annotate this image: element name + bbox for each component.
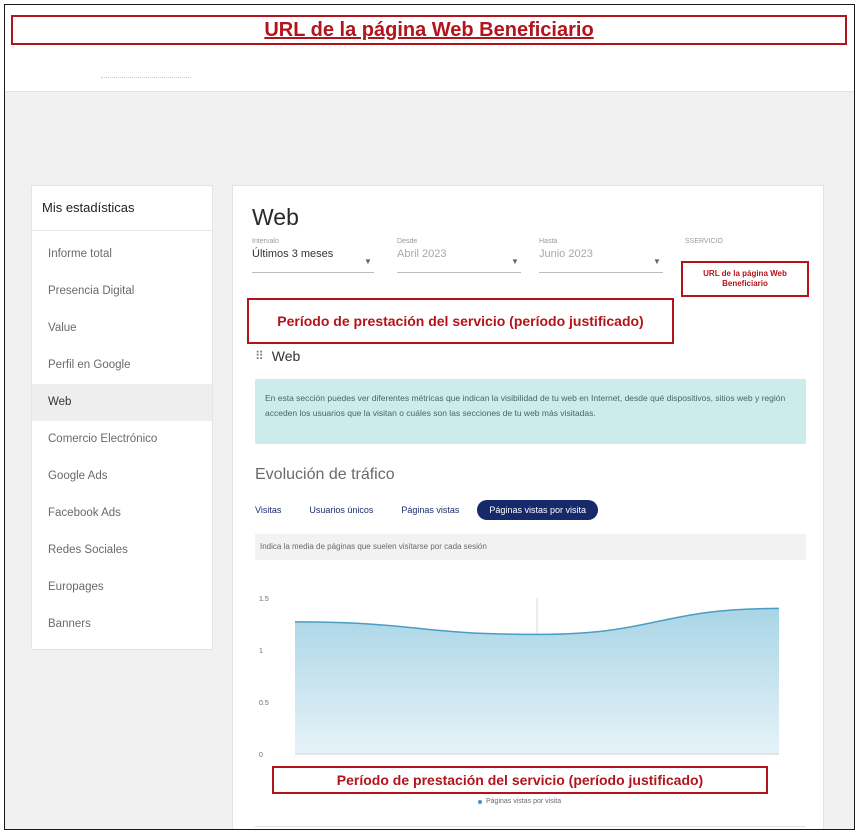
period-annotation-bottom-text: Período de prestación del servicio (perí… [336,772,704,788]
to-underline [539,272,663,273]
sidebar-title: Mis estadísticas [42,200,135,215]
interval-value: Últimos 3 meses [252,248,334,260]
hint-bar: Indica la media de páginas que suelen vi… [255,534,806,560]
from-value: Abril 2023 [397,248,447,260]
legend-label: Páginas vistas por visita [486,798,562,805]
interval-select[interactable]: Intervalo Últimos 3 meses ▼ [252,238,374,273]
sidebar-divider [32,230,212,231]
y-tick-label: 1.5 [259,596,269,603]
sidebar-item-value[interactable]: Value [32,310,212,347]
tab-paginas-vistas-por-visita[interactable]: Páginas vistas por visita [477,500,598,520]
section-title: Web [271,348,301,364]
metric-tabs: Visitas Usuarios únicos Páginas vistas P… [255,500,626,520]
interval-underline [252,272,374,273]
chevron-down-icon: ▼ [511,257,519,266]
interval-label: Intervalo [252,238,279,245]
traffic-chart: 1.5 1 0.5 0 [259,596,780,759]
from-underline [397,272,521,273]
tab-paginas-vistas[interactable]: Páginas vistas [401,500,459,520]
tab-visitas[interactable]: Visitas [255,500,281,520]
sidebar-menu: Informe total Presencia Digital Value Pe… [32,236,212,643]
period-annotation-bottom: Período de prestación del servicio (perí… [272,766,768,794]
tab-usuarios-unicos[interactable]: Usuarios únicos [309,500,373,520]
to-select[interactable]: Hasta Junio 2023 ▼ [539,238,663,273]
sidebar: Mis estadísticas Informe total Presencia… [31,185,213,650]
faint-header-line [101,73,191,78]
period-annotation-text: Período de prestación del servicio (perí… [277,312,644,329]
y-tick-label: 0 [259,752,263,759]
url-annotation-text: URL de la página Web Beneficiario [264,18,594,41]
evolution-title: Evolución de tráfico [255,466,395,483]
screenshot-frame: URL de la página Web Beneficiario Mis es… [4,4,855,830]
service-label: SSERVICIO [685,238,723,245]
sidebar-item-google-ads[interactable]: Google Ads [32,458,212,495]
section-header: ⠿ Web [255,348,300,364]
chart-legend: Páginas vistas por visita [478,798,561,805]
y-tick-label: 0.5 [259,700,269,707]
url-annotation-box-text: URL de la página Web Beneficiario [703,269,787,288]
y-tick-label: 1 [259,648,263,655]
sidebar-item-europages[interactable]: Europages [32,569,212,606]
service-select[interactable]: SSERVICIO [685,238,805,245]
top-header: URL de la página Web Beneficiario [5,5,854,92]
url-annotation-banner: URL de la página Web Beneficiario [11,15,847,45]
sidebar-item-comercio-electronico[interactable]: Comercio Electrónico [32,421,212,458]
from-label: Desde [397,238,418,245]
chevron-down-icon: ▼ [653,257,661,266]
url-annotation-box: URL de la página Web Beneficiario [681,261,809,297]
legend-marker [478,799,482,804]
to-value: Junio 2023 [539,248,593,260]
period-annotation-box: Período de prestación del servicio (perí… [247,298,674,344]
from-select[interactable]: Desde Abril 2023 ▼ [397,238,521,273]
drag-handle-icon[interactable]: ⠿ [255,349,264,363]
page-title: Web [252,204,299,230]
info-box: En esta sección puedes ver diferentes mé… [255,379,806,444]
sidebar-item-facebook-ads[interactable]: Facebook Ads [32,495,212,532]
sidebar-item-banners[interactable]: Banners [32,606,212,643]
main-panel: Web Intervalo Últimos 3 meses ▼ Desde Ab… [232,185,824,829]
to-label: Hasta [539,238,558,245]
sidebar-item-redes-sociales[interactable]: Redes Sociales [32,532,212,569]
sidebar-item-informe-total[interactable]: Informe total [32,236,212,273]
sidebar-item-web[interactable]: Web [32,384,212,421]
chevron-down-icon: ▼ [364,257,372,266]
bottom-divider [255,826,806,827]
sidebar-item-perfil-google[interactable]: Perfil en Google [32,347,212,384]
sidebar-item-presencia-digital[interactable]: Presencia Digital [32,273,212,310]
